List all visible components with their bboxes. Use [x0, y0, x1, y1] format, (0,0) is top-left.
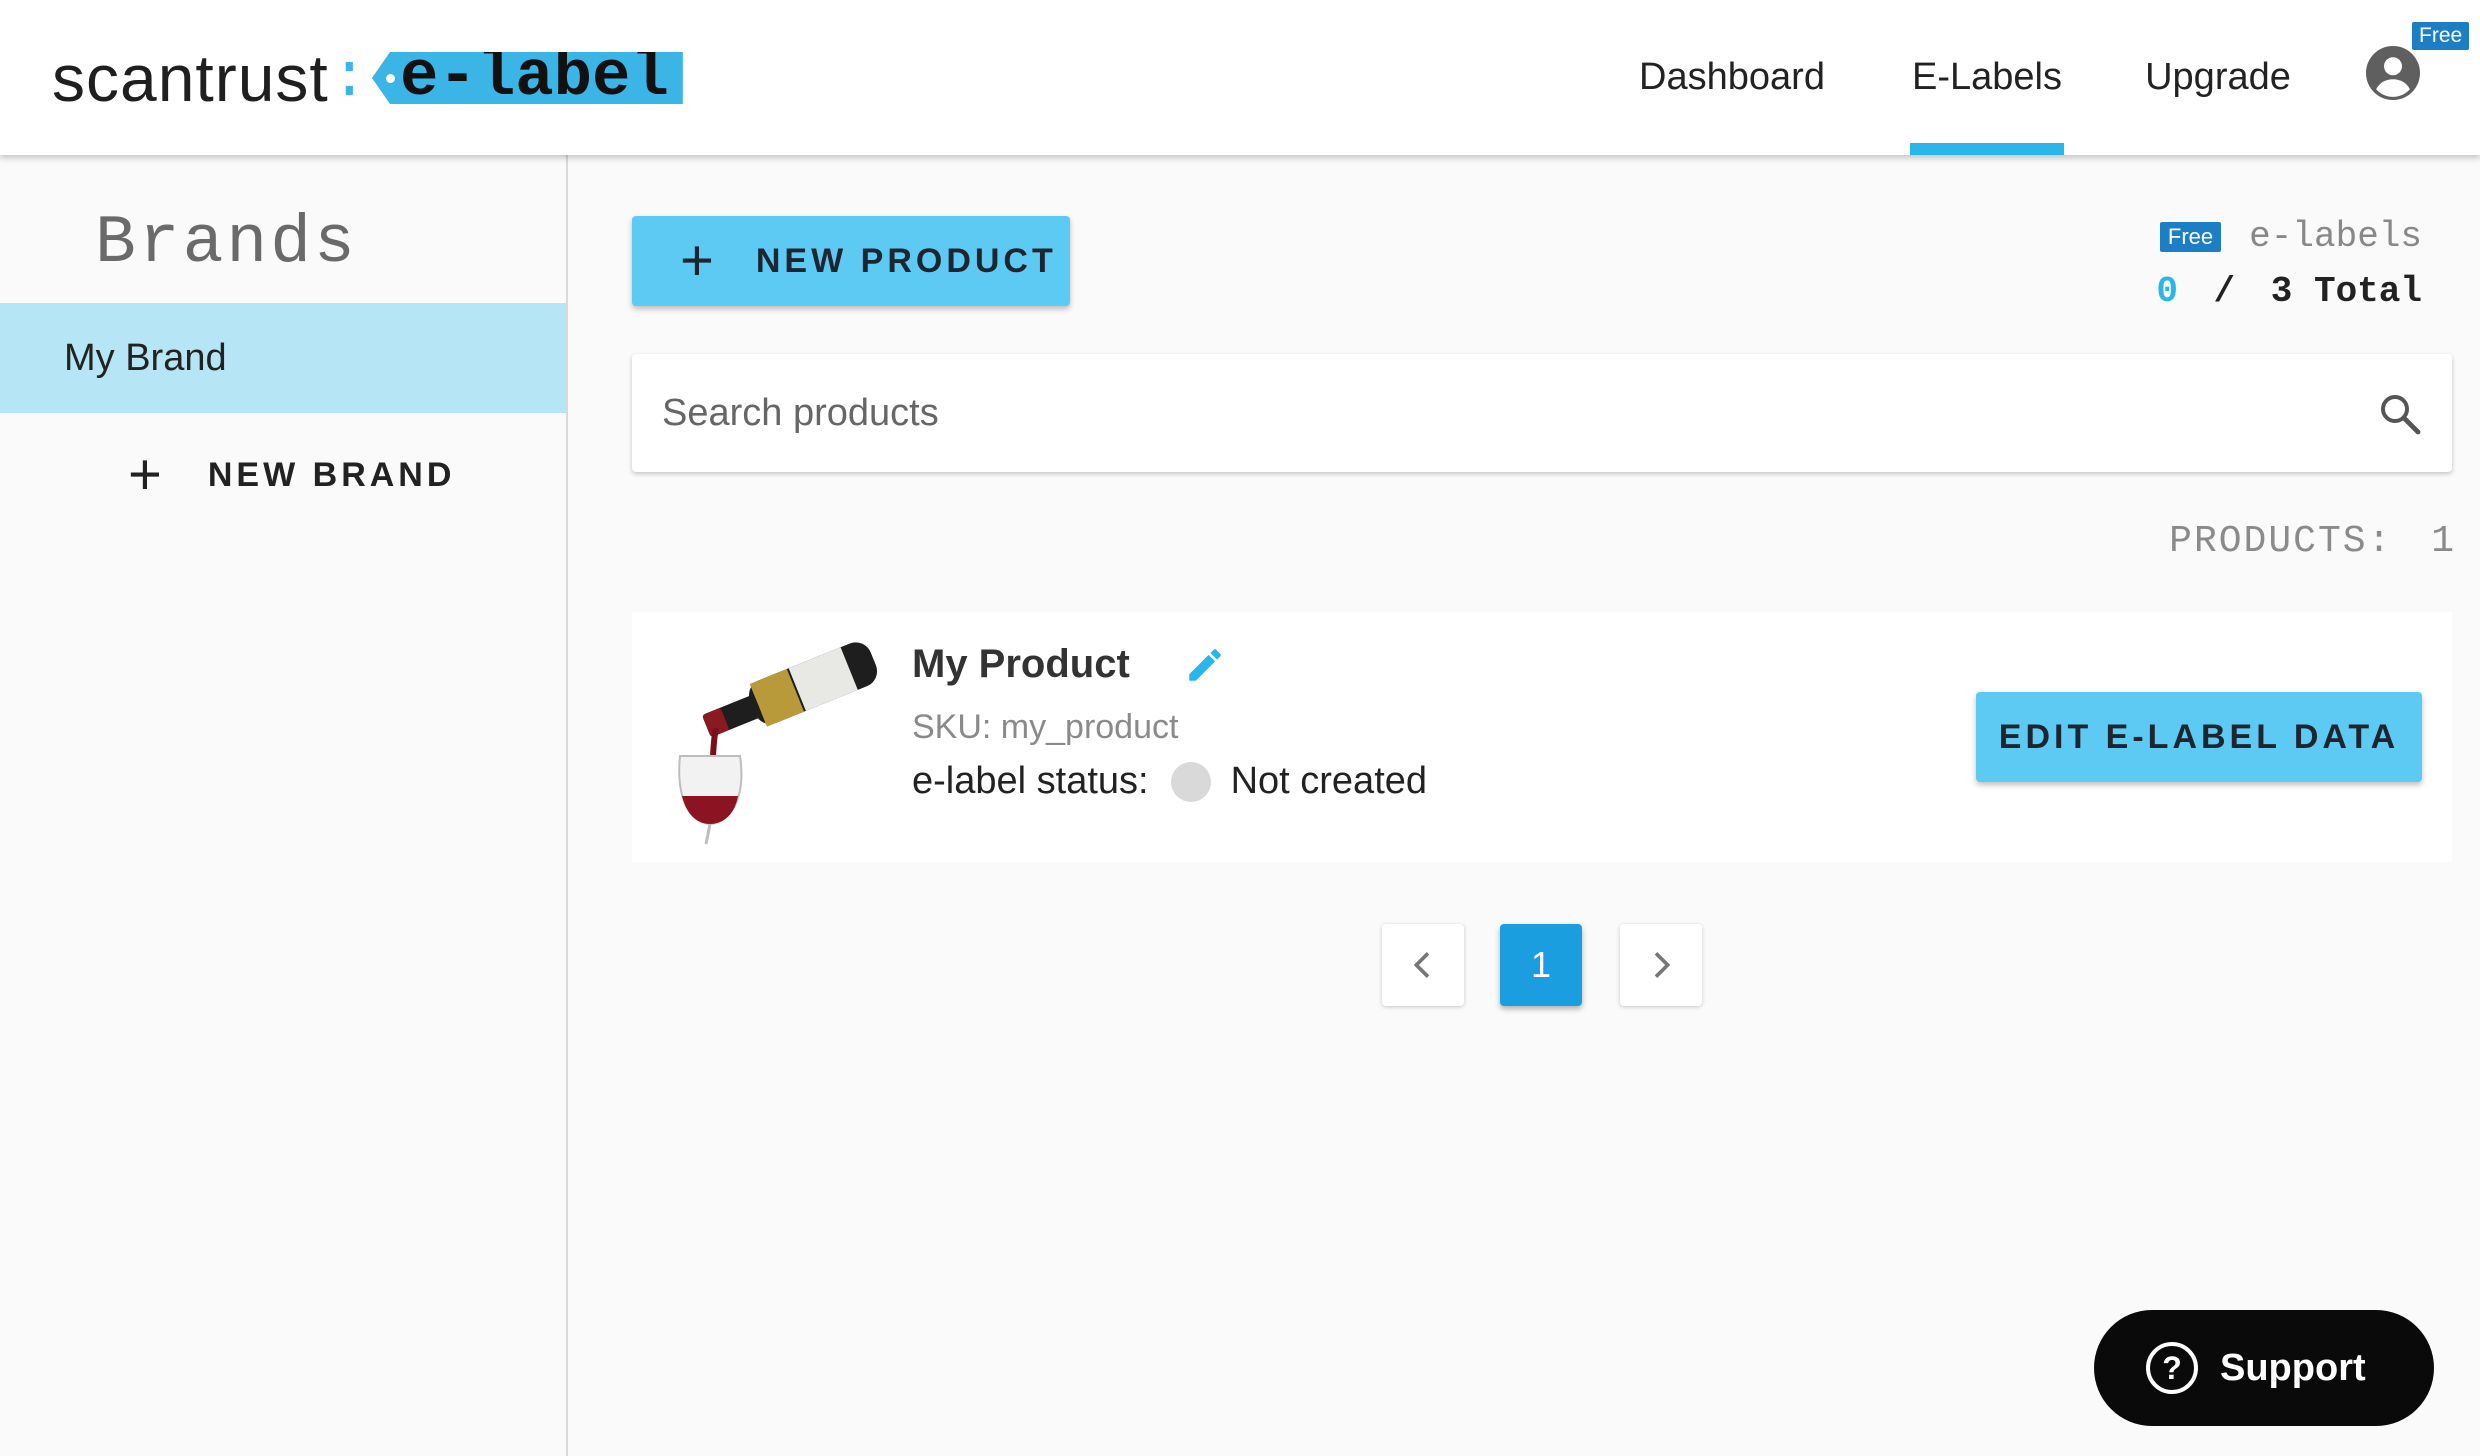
- logo-tag: e-label: [372, 52, 683, 104]
- chevron-left-icon: [1413, 952, 1430, 978]
- product-card: My Product SKU: my_product e-label statu…: [632, 612, 2452, 862]
- pagination-page-1[interactable]: 1: [1500, 924, 1582, 1006]
- account-circle-icon[interactable]: [2366, 46, 2420, 100]
- pencil-edit-icon[interactable]: [1184, 644, 1226, 686]
- plus-icon: +: [680, 228, 718, 293]
- logo-wordmark: scantrust: [52, 41, 329, 115]
- edit-e-label-data-label: EDIT E-LABEL DATA: [1998, 717, 2400, 756]
- products-count: PRODUCTS: 1: [2169, 520, 2456, 563]
- quota-total: 3 Total: [2270, 271, 2422, 312]
- new-product-button[interactable]: + NEW PRODUCT: [632, 216, 1070, 306]
- quota-label: e-labels: [2249, 216, 2422, 257]
- support-button[interactable]: ? Support: [2094, 1310, 2434, 1426]
- top-bar: scantrust : e-label Dashboard E-Labels U…: [0, 0, 2480, 155]
- nav-dashboard-label: Dashboard: [1639, 56, 1825, 98]
- nav-e-labels-label: E-Labels: [1912, 56, 2062, 98]
- edit-e-label-data-button[interactable]: EDIT E-LABEL DATA: [1976, 692, 2422, 782]
- search-input[interactable]: [662, 354, 2362, 472]
- tag-hole-icon: [386, 74, 395, 83]
- logo-colon: :: [330, 42, 368, 114]
- products-count-value: 1: [2431, 520, 2456, 563]
- pagination-prev-button[interactable]: [1382, 924, 1464, 1006]
- brands-sidebar: Brands My Brand + NEW BRAND: [0, 155, 568, 1456]
- plus-icon: +: [128, 442, 166, 507]
- brands-title: Brands: [95, 205, 358, 282]
- pagination-current-label: 1: [1530, 944, 1552, 985]
- logo-tag-text: e-label: [400, 42, 669, 114]
- brand-item-my-brand[interactable]: My Brand: [0, 303, 566, 413]
- products-count-label: PRODUCTS:: [2169, 520, 2393, 563]
- quota-separator: /: [2213, 271, 2236, 312]
- e-label-quota: Free e-labels 0 / 3 Total: [2156, 216, 2422, 312]
- new-brand-label: NEW BRAND: [207, 455, 456, 494]
- nav-upgrade[interactable]: Upgrade: [2140, 0, 2296, 155]
- search-icon[interactable]: [2376, 390, 2424, 438]
- status-value: Not created: [1230, 760, 1428, 802]
- scantrust-e-label-logo[interactable]: scantrust : e-label: [52, 38, 683, 118]
- chevron-right-icon: [1654, 952, 1671, 978]
- nav-upgrade-label: Upgrade: [2145, 56, 2291, 98]
- brand-item-label: My Brand: [64, 336, 227, 379]
- new-product-label: NEW PRODUCT: [755, 241, 1057, 280]
- quota-used: 0: [2156, 271, 2178, 312]
- search-bar: [632, 354, 2452, 472]
- product-status: e-label status: Not created: [912, 760, 1427, 803]
- plan-badge: Free: [2412, 22, 2470, 50]
- quota-plan-badge: Free: [2159, 221, 2222, 252]
- help-circle-icon: ?: [2146, 1342, 2198, 1394]
- nav-e-labels[interactable]: E-Labels: [1910, 0, 2064, 155]
- nav-dashboard[interactable]: Dashboard: [1634, 0, 1830, 155]
- pagination-next-button[interactable]: [1620, 924, 1702, 1006]
- status-dot-icon: [1170, 761, 1211, 802]
- status-label: e-label status:: [912, 760, 1149, 802]
- wine-pour-image: [678, 642, 878, 845]
- product-name: My Product: [912, 642, 1130, 686]
- new-brand-button[interactable]: + NEW BRAND: [128, 442, 456, 507]
- product-sku: SKU: my_product: [912, 708, 1179, 746]
- support-label: Support: [2220, 1346, 2366, 1389]
